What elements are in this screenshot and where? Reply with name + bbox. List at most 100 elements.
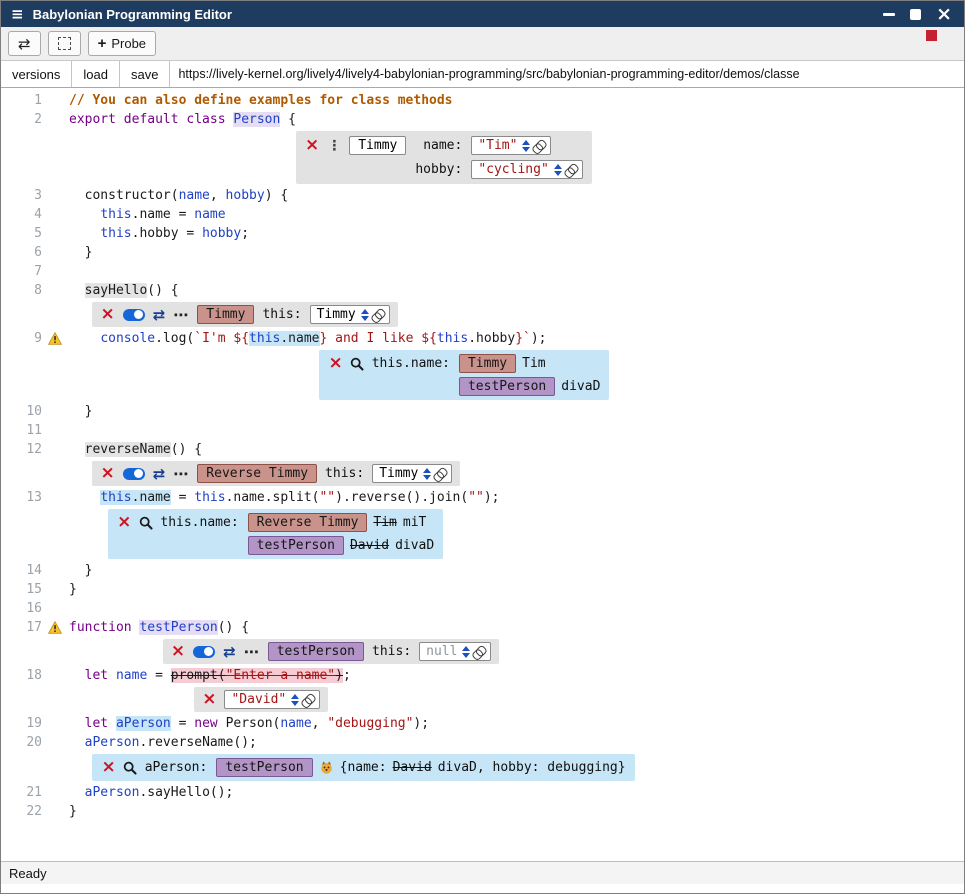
ellipsis-icon[interactable]: ⋯ [173,465,189,483]
close-icon[interactable]: × [328,357,342,370]
code-token: aPerson [116,716,171,731]
widget-row: ×aPerson:testPerson{name:DaviddivaD, hob… [1,754,964,781]
code-text[interactable]: } [69,802,77,821]
replacement-value-input[interactable]: "David" [224,690,320,709]
code-text[interactable]: reverseName() { [69,440,202,459]
gutter-slot [47,224,69,243]
drag-handle-icon[interactable]: ⋮ [327,138,341,154]
gutter-slot [47,488,69,507]
code-text[interactable]: } [69,580,77,599]
this-reference-select[interactable]: null [419,642,491,661]
url-field[interactable]: https://lively-kernel.org/lively4/lively… [170,61,964,87]
code-text[interactable]: } [69,243,92,262]
example-badge[interactable]: testPerson [216,758,312,777]
toggle-on-icon[interactable] [123,309,145,321]
code-line: 11 [1,421,964,440]
example-name-input[interactable]: Timmy [349,136,406,155]
window-close-icon[interactable]: × [936,7,952,21]
link-icon[interactable] [374,308,383,321]
code-text[interactable]: let name = prompt("Enter a name"); [69,666,351,685]
line-number: 7 [1,262,47,281]
swap-icon[interactable]: ⇄ [223,643,236,661]
code-text[interactable]: export default class Person { [69,110,296,129]
versions-button[interactable]: versions [1,61,72,87]
stepper-icon[interactable] [522,140,530,152]
minimize-icon[interactable] [883,7,895,21]
close-icon[interactable]: × [305,139,319,152]
example-value-input[interactable]: "cycling" [471,160,582,179]
load-button[interactable]: load [72,61,120,87]
code-text[interactable]: // You can also define examples for clas… [69,91,453,110]
this-reference-select[interactable]: Timmy [372,464,452,483]
instance-badge[interactable]: Reverse Timmy [248,513,368,532]
save-button[interactable]: save [120,61,170,87]
close-icon[interactable]: × [100,308,114,321]
code-line: 8 sayHello() { [1,281,964,300]
code-text[interactable]: let aPerson = new Person(name, "debuggin… [69,714,429,733]
example-badge[interactable]: testPerson [459,377,555,396]
ellipsis-icon[interactable]: ⋯ [173,306,189,324]
stepper-icon[interactable] [554,164,562,176]
toggle-on-icon[interactable] [193,646,215,658]
code-token [69,226,100,241]
example-badge[interactable]: testPerson [268,642,364,661]
code-token: let [85,716,116,731]
code-token: aPerson [85,735,140,750]
stepper-icon[interactable] [423,468,431,480]
swap-icon[interactable]: ⇄ [153,306,166,324]
code-token: constructor( [69,188,179,203]
example-badge[interactable]: testPerson [248,536,344,555]
code-text[interactable]: function testPerson() { [69,618,249,637]
link-icon[interactable] [535,139,544,152]
widget-row: ×this.name:Reverse TimmyTimmiTtestPerson… [1,509,964,559]
maximize-icon[interactable] [910,7,921,21]
red-resize-handle[interactable] [926,30,937,41]
this-reference-select[interactable]: Timmy [310,305,390,324]
close-icon[interactable]: × [117,516,131,529]
code-text[interactable]: this.hobby = hobby; [69,224,249,243]
stepper-icon[interactable] [291,694,299,706]
stepper-icon[interactable] [361,309,369,321]
link-icon[interactable] [304,693,313,706]
close-icon[interactable]: × [101,761,115,774]
editor[interactable]: 1// You can also define examples for cla… [1,88,964,861]
code-text[interactable]: aPerson.reverseName(); [69,733,257,752]
close-icon[interactable]: × [100,467,114,480]
magnifier-icon[interactable] [138,515,153,530]
code-token: ); [484,490,500,505]
code-text[interactable]: } [69,402,92,421]
hamburger-menu-icon[interactable]: ≡ [11,5,24,23]
code-line: 13 this.name = this.name.split("").rever… [1,488,964,507]
instance-badge[interactable]: Timmy [459,354,516,373]
instance-badge[interactable]: Timmy [197,305,254,324]
code-text[interactable]: } [69,561,92,580]
stepper-icon[interactable] [462,646,470,658]
line-number: 4 [1,205,47,224]
close-icon[interactable]: × [171,645,185,658]
code-token [69,735,85,750]
code-text[interactable]: sayHello() { [69,281,179,300]
code-text[interactable]: console.log(`I'm ${this.name} and I like… [69,329,547,348]
toggle-on-icon[interactable] [123,468,145,480]
link-icon[interactable] [475,645,484,658]
line-number: 9 [1,329,47,348]
code-text[interactable]: this.name = name [69,205,226,224]
code-text[interactable]: constructor(name, hobby) { [69,186,288,205]
example-value-input[interactable]: "Tim" [471,136,551,155]
instance-badge[interactable]: Reverse Timmy [197,464,317,483]
code-token: = [171,490,194,505]
probe-value: miT [403,515,426,530]
swap-icon[interactable]: ⇄ [153,465,166,483]
probe-button[interactable]: + Probe [88,31,156,56]
magnifier-icon[interactable] [123,760,138,775]
probe-value: David [393,760,432,775]
code-text[interactable]: aPerson.sayHello(); [69,783,233,802]
code-text[interactable]: this.name = this.name.split("").reverse(… [69,488,500,507]
link-icon[interactable] [567,163,576,176]
swap-button[interactable]: ⇄ [8,31,41,56]
link-icon[interactable] [436,467,445,480]
close-icon[interactable]: × [202,693,216,706]
select-button[interactable] [48,31,81,56]
ellipsis-icon[interactable]: ⋯ [244,643,260,661]
magnifier-icon[interactable] [350,356,365,371]
